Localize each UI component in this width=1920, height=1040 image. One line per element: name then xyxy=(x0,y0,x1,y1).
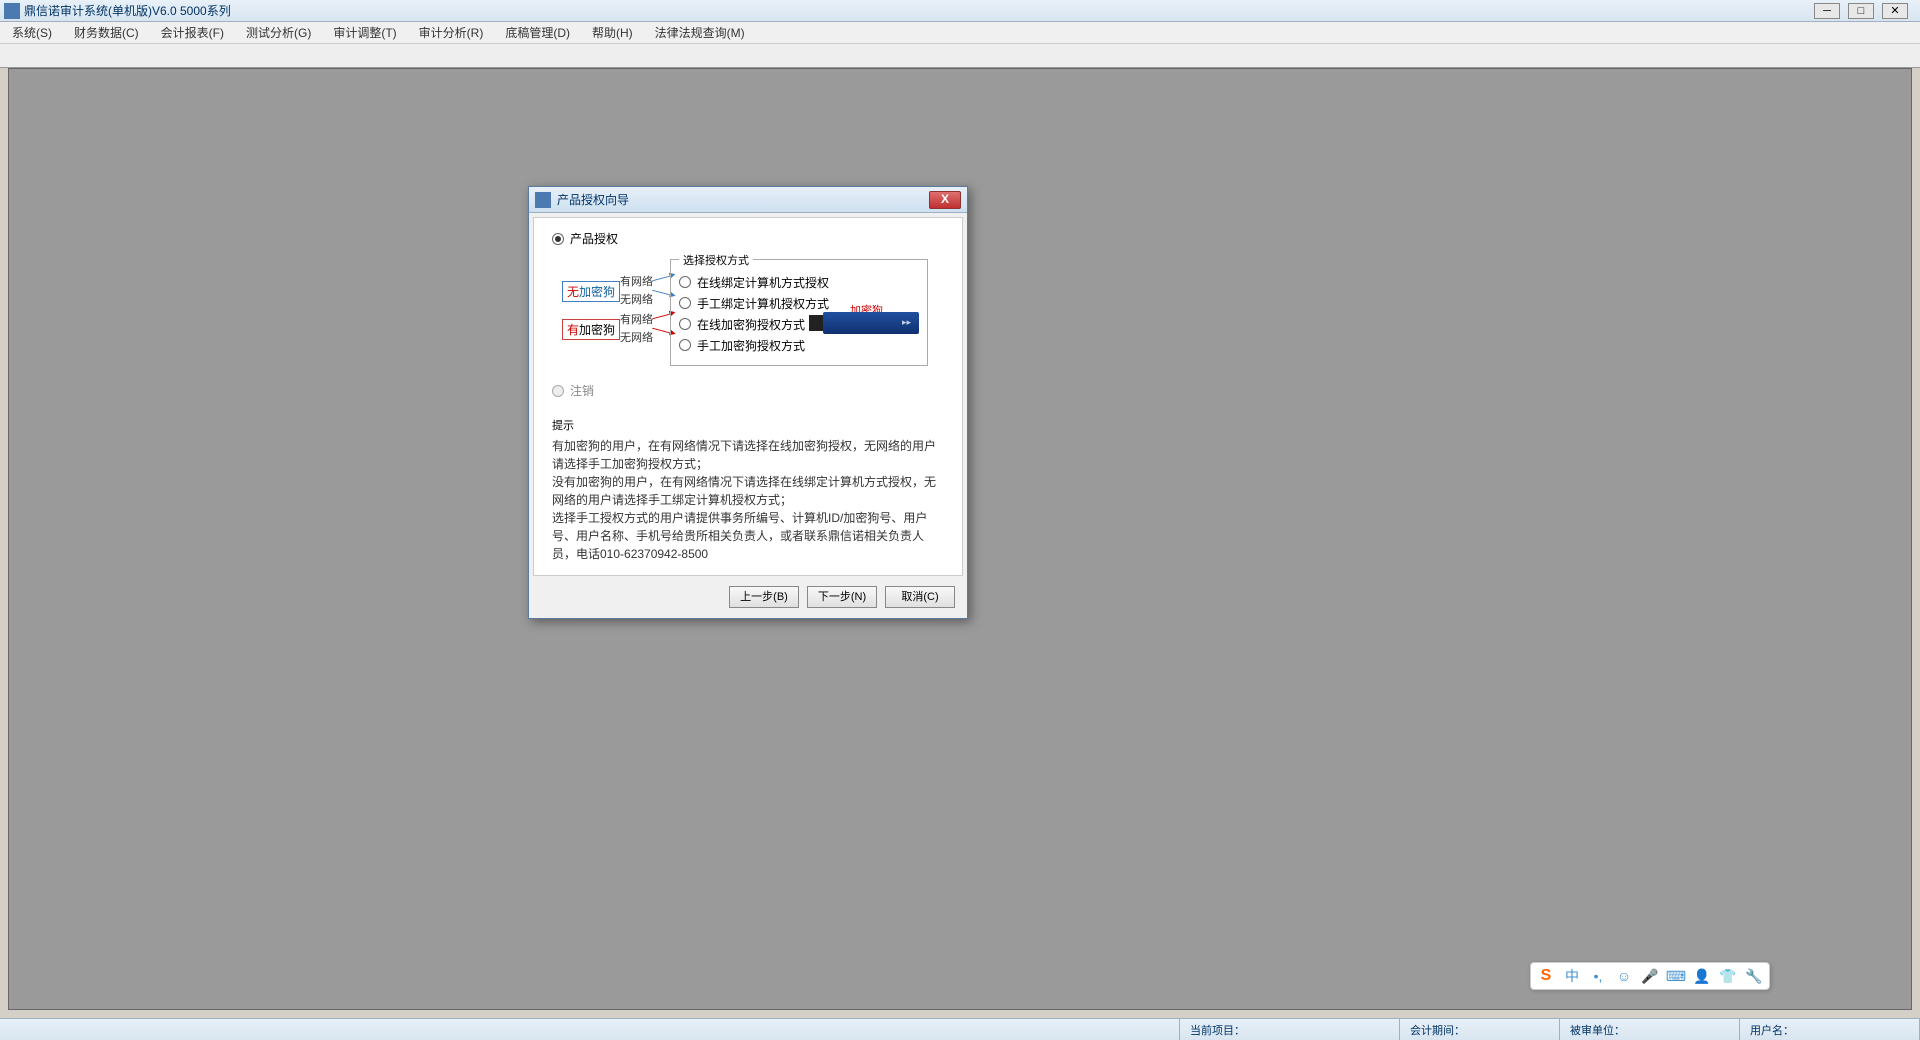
ime-lang-icon[interactable]: 中 xyxy=(1563,967,1581,985)
arrow-icon xyxy=(652,328,670,334)
fieldset-legend: 选择授权方式 xyxy=(679,252,753,268)
radio-label: 手工加密狗授权方式 xyxy=(697,337,805,354)
toolbar-area xyxy=(0,44,1920,68)
radio-icon xyxy=(552,233,564,245)
dialog-icon xyxy=(535,192,551,208)
app-icon xyxy=(4,3,20,19)
ime-punct-icon[interactable]: •, xyxy=(1589,967,1607,985)
label-no-net-1: 无网络 xyxy=(620,291,653,307)
radio-icon xyxy=(679,276,691,288)
radio-icon xyxy=(679,318,691,330)
radio-manual-computer[interactable]: 手工绑定计算机授权方式 xyxy=(679,294,919,312)
hint-body: 有加密狗的用户，在有网络情况下请选择在线加密狗授权，无网络的用户请选择手工加密狗… xyxy=(552,437,944,563)
ime-settings-icon[interactable]: 🔧 xyxy=(1745,967,1763,985)
ime-user-icon[interactable]: 👤 xyxy=(1693,967,1711,985)
radio-logout-label: 注销 xyxy=(570,382,594,399)
dialog-body: 产品授权 无加密狗 有加密狗 有网络 无网络 有网络 无网络 选择授权方式 在线… xyxy=(533,217,963,576)
ime-logo-icon[interactable]: S xyxy=(1537,967,1555,985)
menu-law[interactable]: 法律法规查询(M) xyxy=(651,22,749,43)
menu-analysis[interactable]: 审计分析(R) xyxy=(415,22,488,43)
prev-button[interactable]: 上一步(B) xyxy=(729,586,799,608)
radio-label: 在线加密狗授权方式 xyxy=(697,316,805,333)
dongle-image: ▸▸ xyxy=(823,312,919,334)
minimize-button[interactable]: ─ xyxy=(1814,3,1840,19)
ime-keyboard-icon[interactable]: ⌨ xyxy=(1667,967,1685,985)
tag-has-dongle: 有加密狗 xyxy=(562,319,620,340)
radio-label: 在线绑定计算机方式授权 xyxy=(697,274,829,291)
status-empty xyxy=(0,1019,1180,1040)
radio-online-computer[interactable]: 在线绑定计算机方式授权 xyxy=(679,273,919,291)
label-no-net-2: 无网络 xyxy=(620,329,653,345)
hint-title: 提示 xyxy=(552,417,944,433)
menu-reports[interactable]: 会计报表(F) xyxy=(157,22,228,43)
auth-wizard-dialog: 产品授权向导 X 产品授权 无加密狗 有加密狗 有网络 无网络 有网络 无网络 … xyxy=(528,186,968,619)
tag-no-dongle: 无加密狗 xyxy=(562,281,620,302)
cancel-button[interactable]: 取消(C) xyxy=(885,586,955,608)
label-has-net-2: 有网络 xyxy=(620,311,653,327)
arrow-icon xyxy=(652,290,670,296)
status-user: 用户名： xyxy=(1740,1019,1920,1040)
dialog-button-row: 上一步(B) 下一步(N) 取消(C) xyxy=(529,580,967,618)
menu-papers[interactable]: 底稿管理(D) xyxy=(501,22,574,43)
menu-system[interactable]: 系统(S) xyxy=(8,22,56,43)
menu-bar: 系统(S) 财务数据(C) 会计报表(F) 测试分析(G) 审计调整(T) 审计… xyxy=(0,22,1920,44)
main-titlebar: 鼎信诺审计系统(单机版)V6.0 5000系列 ─ □ ✕ xyxy=(0,0,1920,22)
radio-logout: 注销 xyxy=(552,382,944,399)
status-audited: 被审单位： xyxy=(1560,1019,1740,1040)
menu-test[interactable]: 测试分析(G) xyxy=(242,22,315,43)
auth-guide-left: 无加密狗 有加密狗 有网络 无网络 有网络 无网络 xyxy=(562,259,662,366)
label-has-net-1: 有网络 xyxy=(620,273,653,289)
radio-icon xyxy=(679,297,691,309)
ime-toolbar[interactable]: S 中 •, ☺ 🎤 ⌨ 👤 👕 🔧 xyxy=(1530,962,1770,990)
maximize-button[interactable]: □ xyxy=(1848,3,1874,19)
status-bar: 当前项目： 会计期间： 被审单位： 用户名： xyxy=(0,1018,1920,1040)
arrow-icon xyxy=(652,276,670,282)
arrow-icon xyxy=(652,314,670,320)
status-project: 当前项目： xyxy=(1180,1019,1400,1040)
radio-manual-dongle[interactable]: 手工加密狗授权方式 xyxy=(679,336,919,354)
app-title: 鼎信诺审计系统(单机版)V6.0 5000系列 xyxy=(24,2,231,19)
ime-emoji-icon[interactable]: ☺ xyxy=(1615,967,1633,985)
radio-icon xyxy=(679,339,691,351)
ime-skin-icon[interactable]: 👕 xyxy=(1719,967,1737,985)
radio-icon xyxy=(552,385,564,397)
menu-finance[interactable]: 财务数据(C) xyxy=(70,22,143,43)
radio-label: 手工绑定计算机授权方式 xyxy=(697,295,829,312)
dialog-title: 产品授权向导 xyxy=(557,191,629,208)
ime-mic-icon[interactable]: 🎤 xyxy=(1641,967,1659,985)
hint-section: 提示 有加密狗的用户，在有网络情况下请选择在线加密狗授权，无网络的用户请选择手工… xyxy=(552,417,944,563)
menu-adjust[interactable]: 审计调整(T) xyxy=(329,22,400,43)
dialog-titlebar[interactable]: 产品授权向导 X xyxy=(529,187,967,213)
close-button[interactable]: ✕ xyxy=(1882,3,1908,19)
auth-method-fieldset: 选择授权方式 在线绑定计算机方式授权 手工绑定计算机授权方式 在线加密狗授权方式… xyxy=(670,259,928,366)
next-button[interactable]: 下一步(N) xyxy=(807,586,877,608)
dialog-close-button[interactable]: X xyxy=(929,191,961,209)
radio-product-auth[interactable]: 产品授权 xyxy=(552,230,944,247)
status-period: 会计期间： xyxy=(1400,1019,1560,1040)
menu-help[interactable]: 帮助(H) xyxy=(588,22,637,43)
radio-product-auth-label: 产品授权 xyxy=(570,230,618,247)
